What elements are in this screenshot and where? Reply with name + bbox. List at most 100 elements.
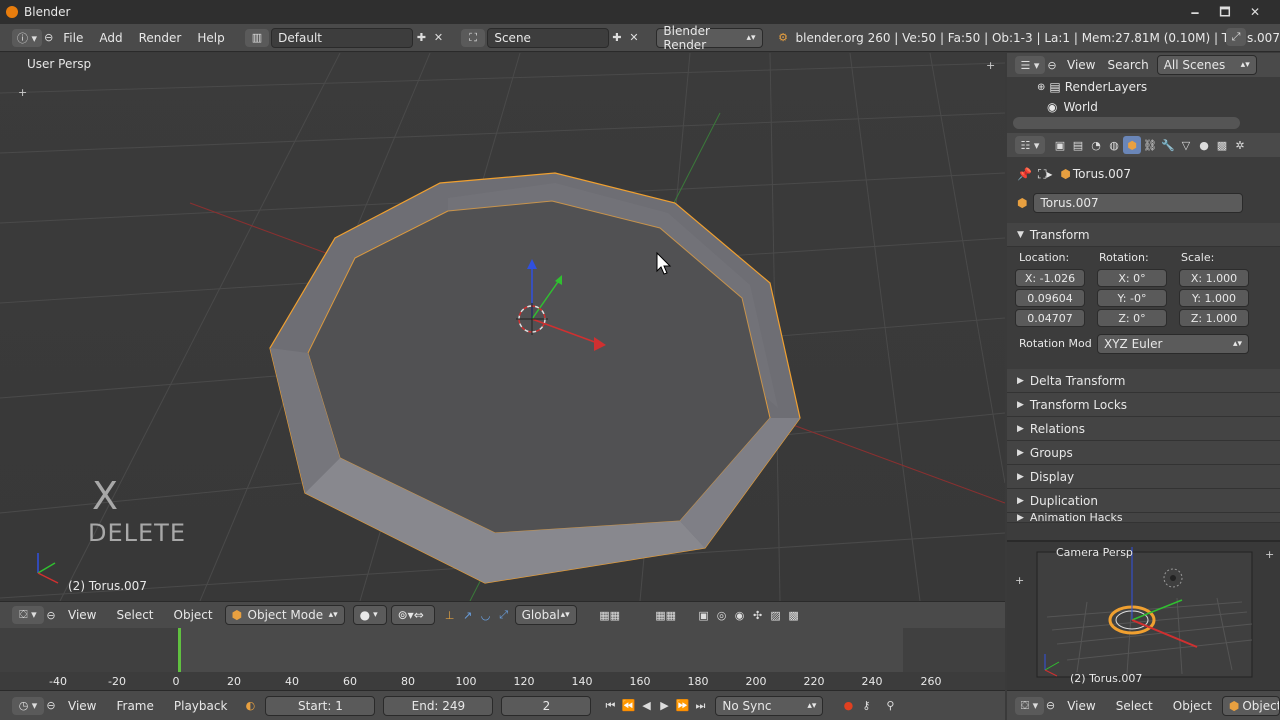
scene-icon[interactable]: ⛶ bbox=[460, 28, 486, 47]
physics-tab-icon[interactable]: ✲ bbox=[1231, 136, 1249, 154]
mode-select[interactable]: ⬢ Object Mode ▴▾ bbox=[224, 605, 345, 625]
preview-mode-select[interactable]: ⬢Object M bbox=[1221, 695, 1280, 716]
object-tab-icon[interactable]: ⬢ bbox=[1123, 136, 1141, 154]
menu-render[interactable]: Render bbox=[131, 31, 190, 45]
timeline-menu-view[interactable]: View bbox=[58, 699, 106, 713]
proportional-edit-icon[interactable]: ◎ bbox=[713, 606, 731, 624]
snap-element-icon[interactable]: ✣ bbox=[749, 606, 767, 624]
preview-menu-object[interactable]: Object bbox=[1163, 699, 1222, 713]
minimize-button[interactable]: 🗕 bbox=[1180, 0, 1210, 24]
collapse-menus-icon-2[interactable]: ⊖ bbox=[1044, 697, 1057, 715]
panel-relations[interactable]: ▶ Relations bbox=[1007, 417, 1280, 441]
outliner-scrollbar[interactable] bbox=[1013, 117, 1240, 129]
collapse-timeline-icon[interactable]: ⊖ bbox=[44, 697, 58, 715]
collapse-icon[interactable]: ⊖ bbox=[42, 29, 55, 47]
viewport-menu-view[interactable]: View bbox=[58, 608, 106, 622]
toolshelf-toggle-icon[interactable]: + bbox=[18, 86, 27, 99]
material-tab-icon[interactable]: ● bbox=[1195, 136, 1213, 154]
preview-range-icon[interactable]: ◐ bbox=[241, 697, 259, 715]
scene-field[interactable]: Scene bbox=[487, 27, 609, 48]
panel-animation-hacks[interactable]: ▶ Animation Hacks bbox=[1007, 513, 1280, 523]
location-x-field[interactable]: X: -1.026 bbox=[1015, 269, 1085, 287]
render-tab-icon[interactable]: ▣ bbox=[1051, 136, 1069, 154]
screen-layout-field[interactable]: Default bbox=[271, 27, 414, 48]
panel-display[interactable]: ▶ Display bbox=[1007, 465, 1280, 489]
expand-icon[interactable]: ⊕ bbox=[1037, 82, 1045, 93]
snap-toggle-icon[interactable]: ◉ bbox=[731, 606, 749, 624]
jump-keyframe-forward-icon[interactable]: ⏩ bbox=[673, 697, 691, 715]
render-layers-tab-icon[interactable]: ▤ bbox=[1069, 136, 1087, 154]
layers-2-icon[interactable]: ▦▦ bbox=[641, 606, 691, 624]
timeline-menu-frame[interactable]: Frame bbox=[106, 699, 163, 713]
sync-mode-select[interactable]: No Sync ▴▾ bbox=[715, 695, 824, 716]
data-tab-icon[interactable]: ▽ bbox=[1177, 136, 1195, 154]
end-frame-field[interactable]: End: 249 bbox=[383, 695, 494, 716]
panel-duplication[interactable]: ▶ Duplication bbox=[1007, 489, 1280, 513]
scale-x-field[interactable]: X: 1.000 bbox=[1179, 269, 1249, 287]
outliner-display-select[interactable]: All Scenes ▴▾ bbox=[1156, 55, 1257, 75]
start-frame-field[interactable]: Start: 1 bbox=[265, 695, 376, 716]
menu-add[interactable]: Add bbox=[91, 31, 130, 45]
location-y-field[interactable]: 0.09604 bbox=[1015, 289, 1085, 307]
render-anim-icon[interactable]: ▩ bbox=[785, 606, 803, 624]
scale-icon[interactable]: ⤢ bbox=[495, 606, 513, 624]
jump-end-icon[interactable]: ⏭ bbox=[691, 697, 709, 715]
add-scene-icon[interactable]: ✚ bbox=[609, 29, 626, 47]
play-reverse-icon[interactable]: ◀ bbox=[637, 697, 655, 715]
editor-type-3d-icon[interactable]: ⛋ ▾ bbox=[12, 606, 44, 624]
editor-type-timeline-icon[interactable]: ◷ ▾ bbox=[12, 696, 44, 715]
editor-type-info-icon[interactable]: ⓘ ▾ bbox=[12, 28, 43, 47]
current-frame-field[interactable]: 2 bbox=[501, 695, 592, 716]
3d-viewport[interactable]: + + User Persp X DELETE (2) Torus.007 bbox=[0, 53, 1005, 601]
viewport-menu-select[interactable]: Select bbox=[106, 608, 163, 622]
rotation-z-field[interactable]: Z: 0° bbox=[1097, 309, 1167, 327]
modifiers-tab-icon[interactable]: 🔧 bbox=[1159, 136, 1177, 154]
fullscreen-icon[interactable]: ⤢ bbox=[1226, 28, 1246, 46]
panel-groups[interactable]: ▶ Groups bbox=[1007, 441, 1280, 465]
camera-preview-viewport[interactable]: + + Camera Persp (2) Torus.007 bbox=[1007, 540, 1280, 690]
panel-delta-transform[interactable]: ▶ Delta Transform bbox=[1007, 369, 1280, 393]
pin-icon[interactable]: 📌 bbox=[1017, 167, 1032, 181]
pivot-select[interactable]: ⊚▾⇔ bbox=[390, 605, 435, 625]
scene-tab-icon[interactable]: ◔ bbox=[1087, 136, 1105, 154]
constraints-tab-icon[interactable]: ⛓ bbox=[1141, 136, 1159, 154]
timeline-area[interactable]: -40 -20 0 20 40 60 80 100 120 140 160 18… bbox=[0, 628, 1005, 690]
preview-menu-view[interactable]: View bbox=[1057, 699, 1105, 713]
menu-help[interactable]: Help bbox=[189, 31, 232, 45]
screen-layout-icon[interactable]: ▥ bbox=[244, 28, 270, 47]
render-engine-select[interactable]: Blender Render ▴▾ bbox=[656, 24, 763, 52]
viewport-menu-object[interactable]: Object bbox=[164, 608, 223, 622]
orientation-select[interactable]: Global ▴▾ bbox=[514, 605, 577, 625]
location-z-field[interactable]: 0.04707 bbox=[1015, 309, 1085, 327]
translate-icon[interactable]: ↗ bbox=[459, 606, 477, 624]
collapse-menus-icon[interactable]: ⊖ bbox=[44, 606, 58, 624]
remove-scene-icon[interactable]: ✕ bbox=[625, 29, 642, 47]
outliner-item-renderlayers[interactable]: ⊕ ▤ RenderLayers bbox=[1007, 77, 1280, 97]
rotation-mode-select[interactable]: XYZ Euler ▴▾ bbox=[1097, 334, 1249, 354]
keying-set-icon[interactable]: ⚷ bbox=[857, 697, 875, 715]
record-icon[interactable]: ● bbox=[839, 697, 857, 715]
menu-file[interactable]: File bbox=[55, 31, 91, 45]
outliner-item-world[interactable]: ◉ World bbox=[1007, 97, 1280, 117]
editor-type-properties-icon[interactable]: ☷ ▾ bbox=[1015, 136, 1045, 154]
current-frame-indicator[interactable] bbox=[178, 628, 181, 672]
jump-start-icon[interactable]: ⏮ bbox=[601, 697, 619, 715]
layers-icon[interactable]: ▦▦ bbox=[585, 606, 635, 624]
editor-type-3d-icon-2[interactable]: ⛋ ▾ bbox=[1015, 696, 1044, 715]
lock-icon[interactable]: ▣ bbox=[695, 606, 713, 624]
rotate-icon[interactable]: ◡ bbox=[477, 606, 495, 624]
maximize-button[interactable]: 🗖 bbox=[1210, 0, 1240, 24]
remove-layout-icon[interactable]: ✕ bbox=[430, 29, 447, 47]
render-preview-icon[interactable]: ▨ bbox=[767, 606, 785, 624]
editor-type-outliner-icon[interactable]: ☰ ▾ bbox=[1015, 56, 1045, 74]
texture-tab-icon[interactable]: ▩ bbox=[1213, 136, 1231, 154]
panel-transform[interactable]: ▼ Transform bbox=[1007, 223, 1280, 247]
object-name-field[interactable]: Torus.007 bbox=[1033, 193, 1244, 213]
play-icon[interactable]: ▶ bbox=[655, 697, 673, 715]
shading-select[interactable]: ● ▾ bbox=[352, 605, 387, 625]
keyframe-type-icon[interactable]: ⚲ bbox=[881, 697, 899, 715]
rotation-x-field[interactable]: X: 0° bbox=[1097, 269, 1167, 287]
panel-transform-locks[interactable]: ▶ Transform Locks bbox=[1007, 393, 1280, 417]
scale-y-field[interactable]: Y: 1.000 bbox=[1179, 289, 1249, 307]
properties-toggle-icon[interactable]: + bbox=[986, 59, 995, 72]
